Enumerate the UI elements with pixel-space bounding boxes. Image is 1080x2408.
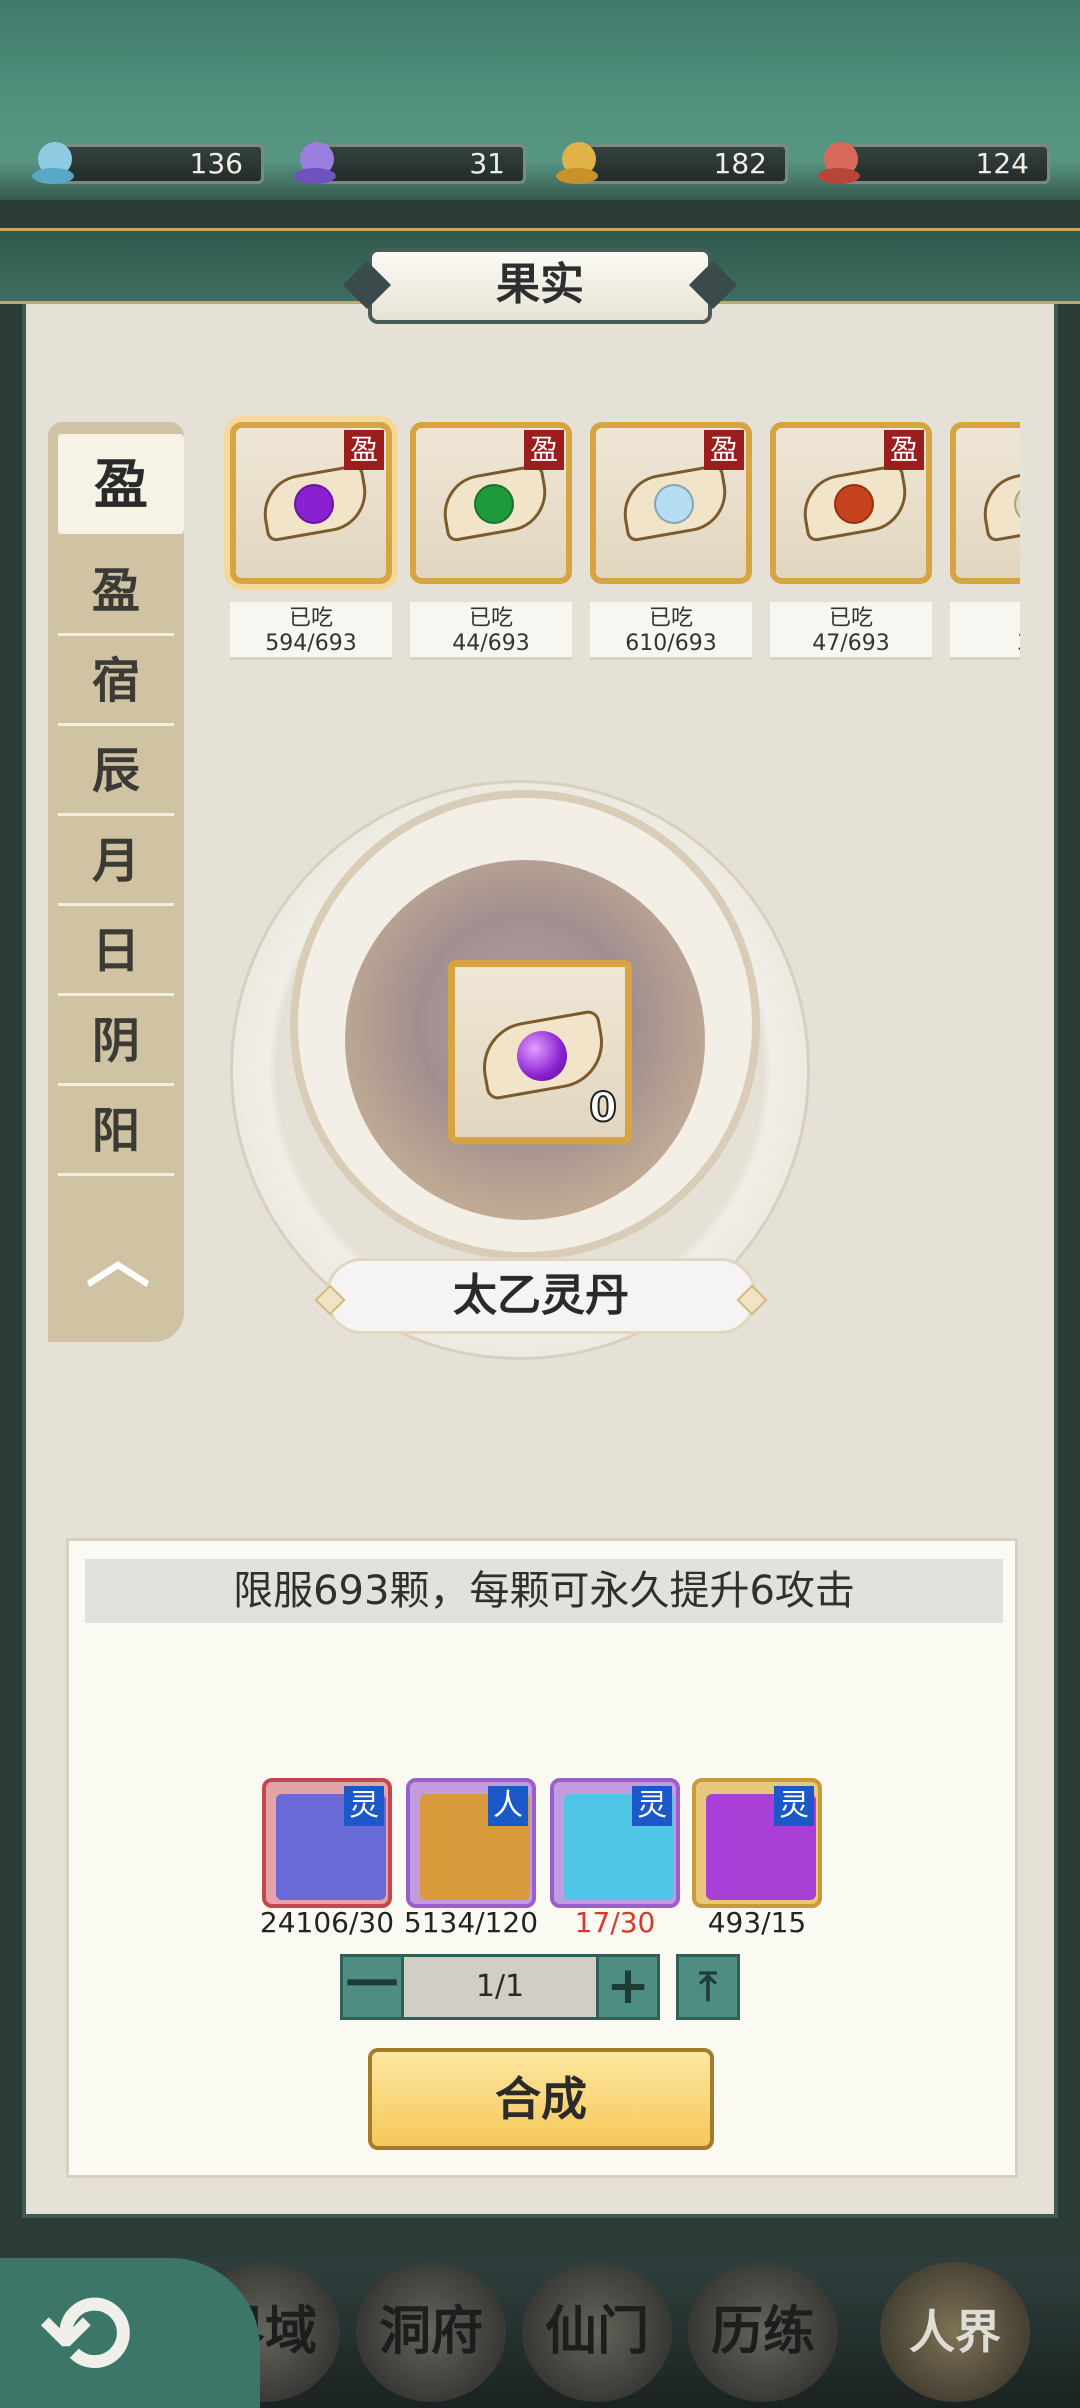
fruit-status: 已吃 44/693 bbox=[410, 602, 572, 660]
fruit-status-label: 已吃 bbox=[468, 606, 513, 631]
material-count: 493/15 bbox=[707, 1906, 807, 1939]
material-tag: 人 bbox=[488, 1786, 528, 1826]
synthesize-button[interactable]: 合成 bbox=[368, 2048, 714, 2150]
selected-item-card[interactable]: 0 bbox=[448, 960, 632, 1144]
material-count: 24106/30 bbox=[259, 1906, 395, 1939]
fruit-status-count: 610/693 bbox=[625, 631, 717, 656]
material-tag: 灵 bbox=[774, 1786, 814, 1826]
resource-value: 31 bbox=[316, 144, 526, 184]
nav-dongfu[interactable]: 洞府 bbox=[356, 2262, 506, 2402]
fruit-status-label: 已 bbox=[950, 606, 1021, 631]
decrease-button[interactable]: 一 bbox=[340, 1954, 404, 2020]
tab-ri[interactable]: 日 bbox=[58, 906, 174, 996]
material-slot[interactable]: 灵 bbox=[262, 1778, 392, 1908]
resource-value: 182 bbox=[578, 144, 788, 184]
selected-item-name: 太乙灵丹 bbox=[326, 1258, 756, 1334]
tab-ying-active[interactable]: 盈 bbox=[58, 434, 184, 534]
material-count: 5134/120 bbox=[403, 1906, 539, 1939]
gold-spirit-icon bbox=[552, 134, 608, 190]
tab-yin[interactable]: 阴 bbox=[58, 996, 174, 1086]
tab-ying[interactable]: 盈 bbox=[58, 546, 174, 636]
fruit-status-count: 594/693 bbox=[265, 631, 357, 656]
nav-renjie[interactable]: 人界 bbox=[880, 2262, 1030, 2402]
tab-chen[interactable]: 辰 bbox=[58, 726, 174, 816]
ying-badge: 盈 bbox=[524, 430, 564, 470]
fruit-status: 已 37 bbox=[950, 602, 1020, 660]
fruit-card[interactable]: 盈 bbox=[410, 422, 572, 584]
blue-spirit-icon bbox=[28, 134, 84, 190]
fruit-status-label: 已吃 bbox=[828, 606, 873, 631]
orb-icon bbox=[294, 484, 334, 524]
fruit-status: 已吃 610/693 bbox=[590, 602, 752, 660]
increase-button[interactable]: + bbox=[596, 1954, 660, 2020]
red-spirit-icon bbox=[814, 134, 870, 190]
ying-badge: 盈 bbox=[884, 430, 924, 470]
purple-spirit-icon bbox=[290, 134, 346, 190]
material-slot[interactable]: 人 bbox=[406, 1778, 536, 1908]
resource-value: 124 bbox=[840, 144, 1050, 184]
fruit-status-count: 44/693 bbox=[452, 631, 530, 656]
fruit-status: 已吃 594/693 bbox=[230, 602, 392, 660]
tab-yang[interactable]: 阳 bbox=[58, 1086, 174, 1176]
ying-badge: 盈 bbox=[704, 430, 744, 470]
material-slot[interactable]: 灵 bbox=[550, 1778, 680, 1908]
fruit-status-label: 已吃 bbox=[648, 606, 693, 631]
selected-item-count: 0 bbox=[588, 1084, 618, 1132]
fruit-card[interactable]: 盈 bbox=[230, 422, 392, 584]
fruit-card[interactable]: 盈 bbox=[770, 422, 932, 584]
fruit-status-count: 47/693 bbox=[812, 631, 890, 656]
orb-icon bbox=[654, 484, 694, 524]
fruit-card[interactable]: 盈 bbox=[950, 422, 1020, 584]
fruit-list: 盈 已吃 594/693 盈 已吃 44/693 盈 已吃 610/693 盈 … bbox=[224, 412, 1020, 672]
material-count: 17/30 bbox=[574, 1906, 656, 1939]
orb-icon bbox=[474, 484, 514, 524]
tab-yue[interactable]: 月 bbox=[58, 816, 174, 906]
fruit-status-count: 37 bbox=[950, 631, 1020, 656]
tab-su[interactable]: 宿 bbox=[58, 636, 174, 726]
quantity-value: 1/1 bbox=[404, 1954, 596, 2020]
orb-icon bbox=[517, 1031, 567, 1081]
resource-value: 136 bbox=[54, 144, 264, 184]
item-description: 限服693颗，每颗可永久提升6攻击 bbox=[85, 1559, 1003, 1623]
back-arrow-icon: ⟲ bbox=[40, 2271, 133, 2399]
ying-badge: 盈 bbox=[344, 430, 384, 470]
material-slot[interactable]: 灵 bbox=[692, 1778, 822, 1908]
fruit-status-label: 已吃 bbox=[288, 606, 333, 631]
page-title: 果实 bbox=[368, 248, 712, 324]
nav-lilian[interactable]: 历练 bbox=[688, 2262, 838, 2402]
fruit-card[interactable]: 盈 bbox=[590, 422, 752, 584]
material-tag: 灵 bbox=[632, 1786, 672, 1826]
orb-icon bbox=[834, 484, 874, 524]
fruit-status: 已吃 47/693 bbox=[770, 602, 932, 660]
side-tab-bar: 盈 盈 宿 辰 月 日 阴 阳 ︿ bbox=[48, 422, 184, 1342]
max-quantity-button[interactable]: ⤒ bbox=[676, 1954, 740, 2020]
nav-xianmen[interactable]: 仙门 bbox=[522, 2262, 672, 2402]
material-tag: 灵 bbox=[344, 1786, 384, 1826]
chevron-up-icon[interactable]: ︿ bbox=[70, 1212, 166, 1308]
